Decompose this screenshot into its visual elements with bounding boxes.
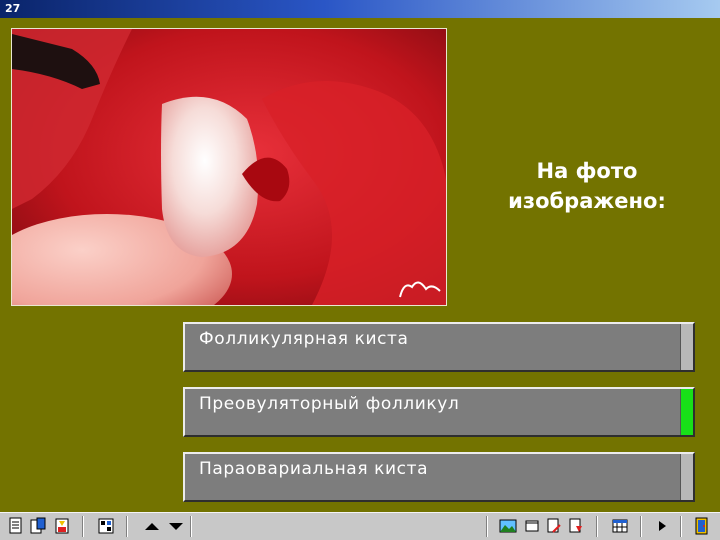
laparoscopy-photo (11, 28, 447, 306)
arrow-down-icon[interactable] (166, 516, 186, 536)
answer-option-2-indicator (680, 389, 693, 435)
toolbar-separator (82, 516, 84, 537)
answer-option-1-indicator (680, 324, 693, 370)
toolbar-separator (640, 516, 642, 537)
play-icon[interactable] (652, 516, 672, 536)
edit-icon[interactable] (544, 516, 564, 536)
document-icon[interactable] (6, 516, 26, 536)
grid-icon[interactable] (96, 516, 116, 536)
answer-option-1[interactable]: Фолликулярная киста (183, 322, 695, 372)
exit-door-icon[interactable] (692, 516, 712, 536)
window-title-bar: 27 (0, 0, 720, 18)
answer-option-2[interactable]: Преовуляторный фолликул (183, 387, 695, 437)
landscape-icon[interactable] (498, 516, 518, 536)
question-text: На фото изображено: (462, 156, 712, 216)
answer-option-1-label: Фолликулярная киста (199, 329, 409, 349)
arrow-up-icon[interactable] (142, 516, 162, 536)
calendar-icon[interactable] (610, 516, 630, 536)
bookmark-icon[interactable] (566, 516, 586, 536)
toolbar-separator (680, 516, 682, 537)
toolbar-separator (596, 516, 598, 537)
answer-option-3-indicator (680, 454, 693, 500)
info-book-icon[interactable] (52, 516, 72, 536)
toolbar-separator (486, 516, 488, 537)
window-icon[interactable] (522, 516, 542, 536)
answer-option-2-label: Преовуляторный фолликул (199, 394, 460, 414)
window-title: 27 (5, 2, 21, 15)
answer-option-3[interactable]: Параовариальная киста (183, 452, 695, 502)
question-line-1: На фото (536, 159, 638, 183)
photo-image (12, 29, 446, 305)
toolbar-separator (126, 516, 128, 537)
toolbar-separator (190, 516, 192, 537)
bottom-toolbar (0, 512, 720, 540)
clipboard-icon[interactable] (28, 516, 48, 536)
question-line-2: изображено: (508, 189, 666, 213)
answer-option-3-label: Параовариальная киста (199, 459, 429, 479)
